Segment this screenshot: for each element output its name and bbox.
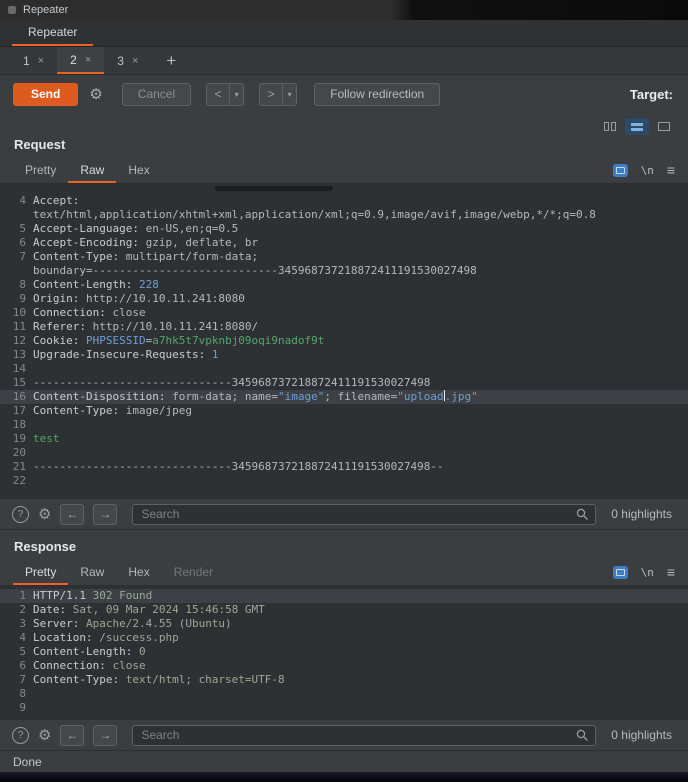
response-title: Response [0, 530, 688, 560]
response-highlights-count: 0 highlights [611, 728, 676, 742]
tab-render: Render [162, 560, 225, 585]
tab-hex[interactable]: Hex [116, 158, 161, 183]
search-icon [576, 508, 589, 521]
add-tab-button[interactable]: + [155, 47, 187, 74]
search-icon [576, 729, 589, 742]
arrow-right-icon: → [99, 728, 111, 742]
request-search-wrap [132, 504, 596, 525]
request-editor-lines: 4Accept:text/html,application/xhtml+xml,… [0, 194, 688, 488]
previous-match-button[interactable]: ← [60, 725, 84, 746]
response-search-wrap [132, 725, 596, 746]
arrow-right-icon: → [99, 507, 111, 521]
tab-raw[interactable]: Raw [68, 158, 116, 183]
layout-columns-button[interactable] [598, 118, 622, 135]
layout-single-button[interactable] [652, 118, 676, 135]
next-match-button[interactable]: → [93, 504, 117, 525]
previous-match-button[interactable]: ← [60, 504, 84, 525]
send-button[interactable]: Send [13, 83, 78, 106]
tab-repeater[interactable]: Repeater [12, 21, 93, 46]
request-panel: Request Pretty Raw Hex \n ≡ 4Accept:text… [0, 113, 688, 529]
gear-icon[interactable]: ⚙ [38, 728, 51, 743]
repeater-tab-3[interactable]: 3 × [104, 47, 151, 74]
request-highlights-count: 0 highlights [611, 507, 676, 521]
gear-icon[interactable]: ⚙ [38, 507, 51, 522]
chevron-down-icon[interactable]: ▾ [282, 84, 296, 105]
single-layout-icon [658, 122, 670, 131]
request-search-input[interactable] [132, 504, 596, 525]
arrow-left-icon: ← [66, 728, 78, 742]
chevron-down-icon[interactable]: ▾ [229, 84, 243, 105]
show-newlines-icon[interactable]: \n [641, 566, 654, 579]
menu-icon[interactable]: ≡ [667, 163, 675, 177]
tab-hex[interactable]: Hex [116, 560, 161, 585]
columns-layout-icon [604, 122, 609, 131]
show-newlines-icon[interactable]: \n [641, 164, 654, 177]
window-icon [8, 6, 16, 14]
repeater-tab-2[interactable]: 2 × [57, 47, 104, 74]
response-search-bar: ? ⚙ ← → 0 highlights [0, 719, 688, 750]
editor-option-icons: \n ≡ [613, 565, 675, 585]
close-icon[interactable]: × [132, 55, 138, 67]
request-view-tabs: Pretty Raw Hex \n ≡ [0, 158, 688, 184]
rows-layout-icon [631, 123, 643, 131]
window-title: Repeater [23, 4, 68, 16]
previous-request-button[interactable]: < ▾ [206, 83, 244, 106]
request-title: Request [0, 136, 688, 158]
chevron-right-icon[interactable]: > [260, 84, 282, 105]
repeater-tab-1[interactable]: 1 × [10, 47, 57, 74]
tab-pretty[interactable]: Pretty [13, 560, 68, 585]
horizontal-scrollbar-thumb[interactable] [215, 186, 333, 191]
repeater-tab-1-label: 1 [23, 54, 30, 68]
response-editor-lines: 1HTTP/1.1 302 Found2Date: Sat, 09 Mar 20… [0, 589, 688, 715]
syntax-highlight-icon[interactable] [613, 164, 628, 177]
request-search-bar: ? ⚙ ← → 0 highlights [0, 498, 688, 529]
response-editor[interactable]: 1HTTP/1.1 302 Found2Date: Sat, 09 Mar 20… [0, 586, 688, 719]
gear-icon[interactable]: ⚙ [89, 87, 102, 102]
follow-redirection-button[interactable]: Follow redirection [314, 83, 440, 106]
menu-icon[interactable]: ≡ [667, 565, 675, 579]
help-icon[interactable]: ? [12, 506, 29, 523]
tab-raw[interactable]: Raw [68, 560, 116, 585]
target-label: Target: [630, 87, 675, 102]
layout-rows-button[interactable] [625, 118, 649, 135]
status-text: Done [13, 755, 42, 769]
next-request-button[interactable]: > ▾ [259, 83, 297, 106]
syntax-highlight-icon[interactable] [613, 566, 628, 579]
main-tab-bar: Repeater [0, 20, 688, 47]
window-titlebar: Repeater [0, 0, 688, 20]
close-icon[interactable]: × [38, 55, 44, 67]
burp-repeater-window: Repeater Repeater 1 × 2 × 3 × + Send ⚙ C… [0, 0, 688, 767]
response-panel: Response Pretty Raw Hex Render \n ≡ 1HTT… [0, 529, 688, 750]
editor-option-icons: \n ≡ [613, 163, 675, 183]
arrow-left-icon: ← [66, 507, 78, 521]
chevron-left-icon[interactable]: < [207, 84, 229, 105]
desktop-background-strip [0, 772, 688, 782]
repeater-tab-bar: 1 × 2 × 3 × + [0, 47, 688, 75]
cancel-button[interactable]: Cancel [122, 83, 191, 106]
tab-pretty[interactable]: Pretty [13, 158, 68, 183]
help-icon[interactable]: ? [12, 727, 29, 744]
next-match-button[interactable]: → [93, 725, 117, 746]
status-bar: Done [0, 750, 688, 772]
add-icon: + [166, 51, 176, 71]
close-icon[interactable]: × [85, 54, 91, 66]
repeater-toolbar: Send ⚙ Cancel < ▾ > ▾ Follow redirection… [0, 75, 688, 113]
request-editor[interactable]: 4Accept:text/html,application/xhtml+xml,… [0, 184, 688, 498]
repeater-tab-3-label: 3 [117, 54, 124, 68]
response-view-tabs: Pretty Raw Hex Render \n ≡ [0, 560, 688, 586]
repeater-tab-2-label: 2 [70, 53, 77, 67]
layout-toggle-group [0, 113, 688, 136]
response-search-input[interactable] [132, 725, 596, 746]
